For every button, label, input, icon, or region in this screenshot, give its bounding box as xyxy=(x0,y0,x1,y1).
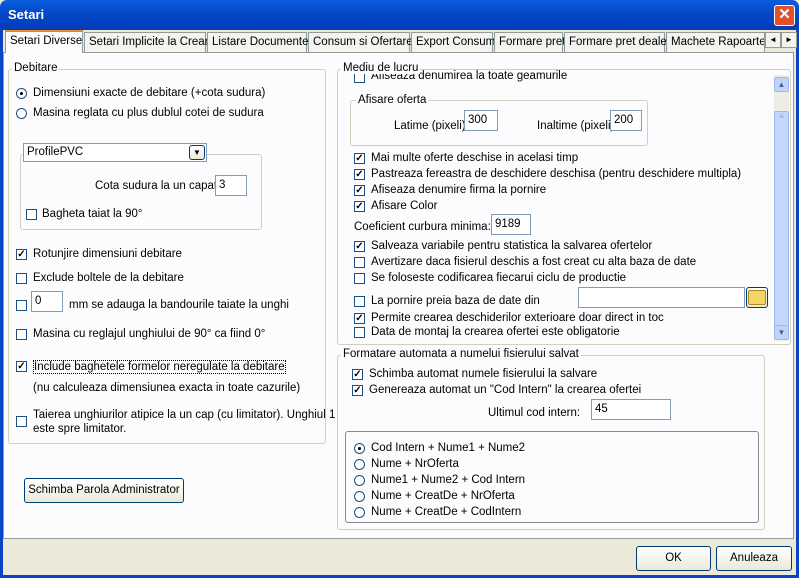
afisare-color-label: Afisare Color xyxy=(371,200,438,212)
codificare-checkbox[interactable] xyxy=(354,273,365,284)
inaltime-label: Inaltime (pixeli): xyxy=(537,120,618,132)
radio-masina-reglata[interactable] xyxy=(16,108,27,119)
tab-setari-implicite[interactable]: Setari Implicite la Creare xyxy=(84,32,215,52)
coef-label: Coeficient curbura minima: 0. xyxy=(354,221,504,233)
ok-button[interactable]: OK xyxy=(636,546,711,571)
mediu-title: Mediu de lucru xyxy=(341,62,421,74)
tab-scroll-right-icon[interactable]: ► xyxy=(781,32,797,48)
format-option-5-label: Nume + CreatDe + CodIntern xyxy=(371,506,522,518)
browse-folder-button[interactable] xyxy=(746,287,768,308)
data-montaj-label: Data de montaj la crearea ofertei este o… xyxy=(371,326,620,338)
coef-input[interactable]: 9189 xyxy=(491,214,531,235)
format-option-2-label: Nume + NrOferta xyxy=(371,458,459,470)
formatare-title: Formatare automata a numelui fisierului … xyxy=(341,348,581,360)
taierea-checkbox[interactable] xyxy=(16,416,27,427)
genereaza-label: Genereaza automat un "Cod Intern" la cre… xyxy=(369,384,642,396)
format-option-4-radio[interactable] xyxy=(354,491,365,502)
format-option-1-radio[interactable] xyxy=(354,443,365,454)
la-pornire-checkbox[interactable] xyxy=(354,296,365,307)
salveaza-label: Salveaza variabile pentru statistica la … xyxy=(371,240,653,252)
codificare-label: Se foloseste codificarea fiecarui ciclu … xyxy=(371,272,627,284)
close-button[interactable]: ✕ xyxy=(774,5,795,26)
mediu-scrollbar[interactable]: ▲ ≡ ▼ xyxy=(774,75,789,341)
format-option-1-label: Cod Intern + Nume1 + Nume2 xyxy=(371,442,526,454)
cota-input[interactable]: 3 xyxy=(215,175,247,196)
format-option-3-label: Nume1 + Nume2 + Cod Intern xyxy=(371,474,526,486)
latime-input[interactable]: 300 xyxy=(464,110,498,131)
inaltime-input[interactable]: 200 xyxy=(610,110,642,131)
data-montaj-checkbox[interactable] xyxy=(354,327,365,338)
format-option-5-radio[interactable] xyxy=(354,507,365,518)
baza-date-path-input[interactable] xyxy=(578,287,745,308)
schimba-checkbox[interactable]: ✓ xyxy=(352,369,363,380)
tab-scroll-left-icon[interactable]: ◄ xyxy=(765,32,781,48)
taierea-label-1: Taierea unghiurilor atipice la un cap (c… xyxy=(33,409,336,421)
schimba-parola-button[interactable]: Schimba Parola Administrator xyxy=(24,478,184,503)
taierea-label-2: este spre limitator. xyxy=(33,423,127,435)
mm-input[interactable]: 0 xyxy=(31,291,63,312)
afiseaza-firma-label: Afiseaza denumire firma la pornire xyxy=(371,184,547,196)
mm-checkbox[interactable] xyxy=(16,300,27,311)
bagheta-label: Bagheta taiat la 90° xyxy=(42,208,143,220)
format-option-3-radio[interactable] xyxy=(354,475,365,486)
genereaza-checkbox[interactable]: ✓ xyxy=(352,385,363,396)
salveaza-checkbox[interactable]: ✓ xyxy=(354,241,365,252)
radio-dimensiuni-exacte-label: Dimensiuni exacte de debitare (+cota sud… xyxy=(33,87,266,99)
cota-label: Cota sudura la un capat: xyxy=(95,180,221,192)
format-option-4-label: Nume + CreatDe + NrOferta xyxy=(371,490,515,502)
exclude-label: Exclude boltele de la debitare xyxy=(33,272,184,284)
tab-export-consum[interactable]: Export Consum xyxy=(411,32,495,52)
format-option-2-radio[interactable] xyxy=(354,459,365,470)
tab-machete-rapoarte[interactable]: Machete Rapoarte xyxy=(666,32,765,52)
tab-listare-documente[interactable]: Listare Documente xyxy=(207,32,309,52)
exclude-checkbox[interactable] xyxy=(16,273,27,284)
permite-label: Permite crearea deschiderilor exterioare… xyxy=(371,312,664,324)
scroll-down-icon[interactable]: ▼ xyxy=(774,325,789,340)
nu-calculeaza-note: (nu calculeaza dimensiunea exacta in toa… xyxy=(33,382,301,394)
pastreaza-label: Pastreaza fereastra de deschidere deschi… xyxy=(371,168,742,180)
window-title: Setari xyxy=(8,7,45,22)
tab-formare-pret-dealer[interactable]: Formare pret dealer xyxy=(564,32,671,52)
pastreaza-checkbox[interactable]: ✓ xyxy=(354,169,365,180)
mm-label: mm se adauga la bandourile taiate la ung… xyxy=(69,299,289,311)
cancel-button[interactable]: Anuleaza xyxy=(716,546,792,571)
radio-dimensiuni-exacte[interactable] xyxy=(16,88,27,99)
tab-consum-ofertare[interactable]: Consum si Ofertare xyxy=(308,32,413,52)
tab-setari-diverse[interactable]: Setari Diverse xyxy=(5,30,83,53)
debitare-title: Debitare xyxy=(12,62,60,74)
title-bar xyxy=(0,0,799,30)
avertizare-checkbox[interactable] xyxy=(354,257,365,268)
chevron-down-icon[interactable]: ▼ xyxy=(189,145,205,160)
profile-select[interactable]: ProfilePVC xyxy=(23,143,207,162)
ultimul-cod-input[interactable]: 45 xyxy=(591,399,671,420)
radio-masina-reglata-label: Masina reglata cu plus dublul cotei de s… xyxy=(33,107,264,119)
permite-checkbox[interactable]: ✓ xyxy=(354,313,365,324)
afiseaza-firma-checkbox[interactable]: ✓ xyxy=(354,185,365,196)
schimba-label: Schimba automat numele fisierului la sal… xyxy=(369,368,598,380)
masina-checkbox[interactable] xyxy=(16,329,27,340)
avertizare-label: Avertizare daca fisierul deschis a fost … xyxy=(371,256,697,268)
scroll-up-icon[interactable]: ▲ xyxy=(774,77,789,92)
folder-icon xyxy=(748,290,766,305)
include-label: Include baghetele formelor neregulate la… xyxy=(33,360,286,374)
ultimul-cod-label: Ultimul cod intern: xyxy=(488,407,581,419)
scroll-thumb[interactable]: ≡ xyxy=(774,111,789,331)
rotunjire-label: Rotunjire dimensiuni debitare xyxy=(33,248,182,260)
la-pornire-label: La pornire preia baza de date din xyxy=(371,295,540,307)
masina-label: Masina cu reglajul unghiului de 90° ca f… xyxy=(33,328,266,340)
rotunjire-checkbox[interactable]: ✓ xyxy=(16,249,27,260)
afisare-color-checkbox[interactable]: ✓ xyxy=(354,201,365,212)
mai-multe-label: Mai multe oferte deschise in acelasi tim… xyxy=(371,152,579,164)
mai-multe-checkbox[interactable]: ✓ xyxy=(354,153,365,164)
include-checkbox[interactable]: ✓ xyxy=(16,361,27,372)
bagheta-checkbox[interactable] xyxy=(26,209,37,220)
latime-label: Latime (pixeli): xyxy=(394,120,469,132)
tab-formare-pret[interactable]: Formare pret xyxy=(494,32,565,52)
afisare-oferta-title: Afisare oferta xyxy=(356,94,429,106)
profile-select-value: ProfilePVC xyxy=(27,146,84,158)
